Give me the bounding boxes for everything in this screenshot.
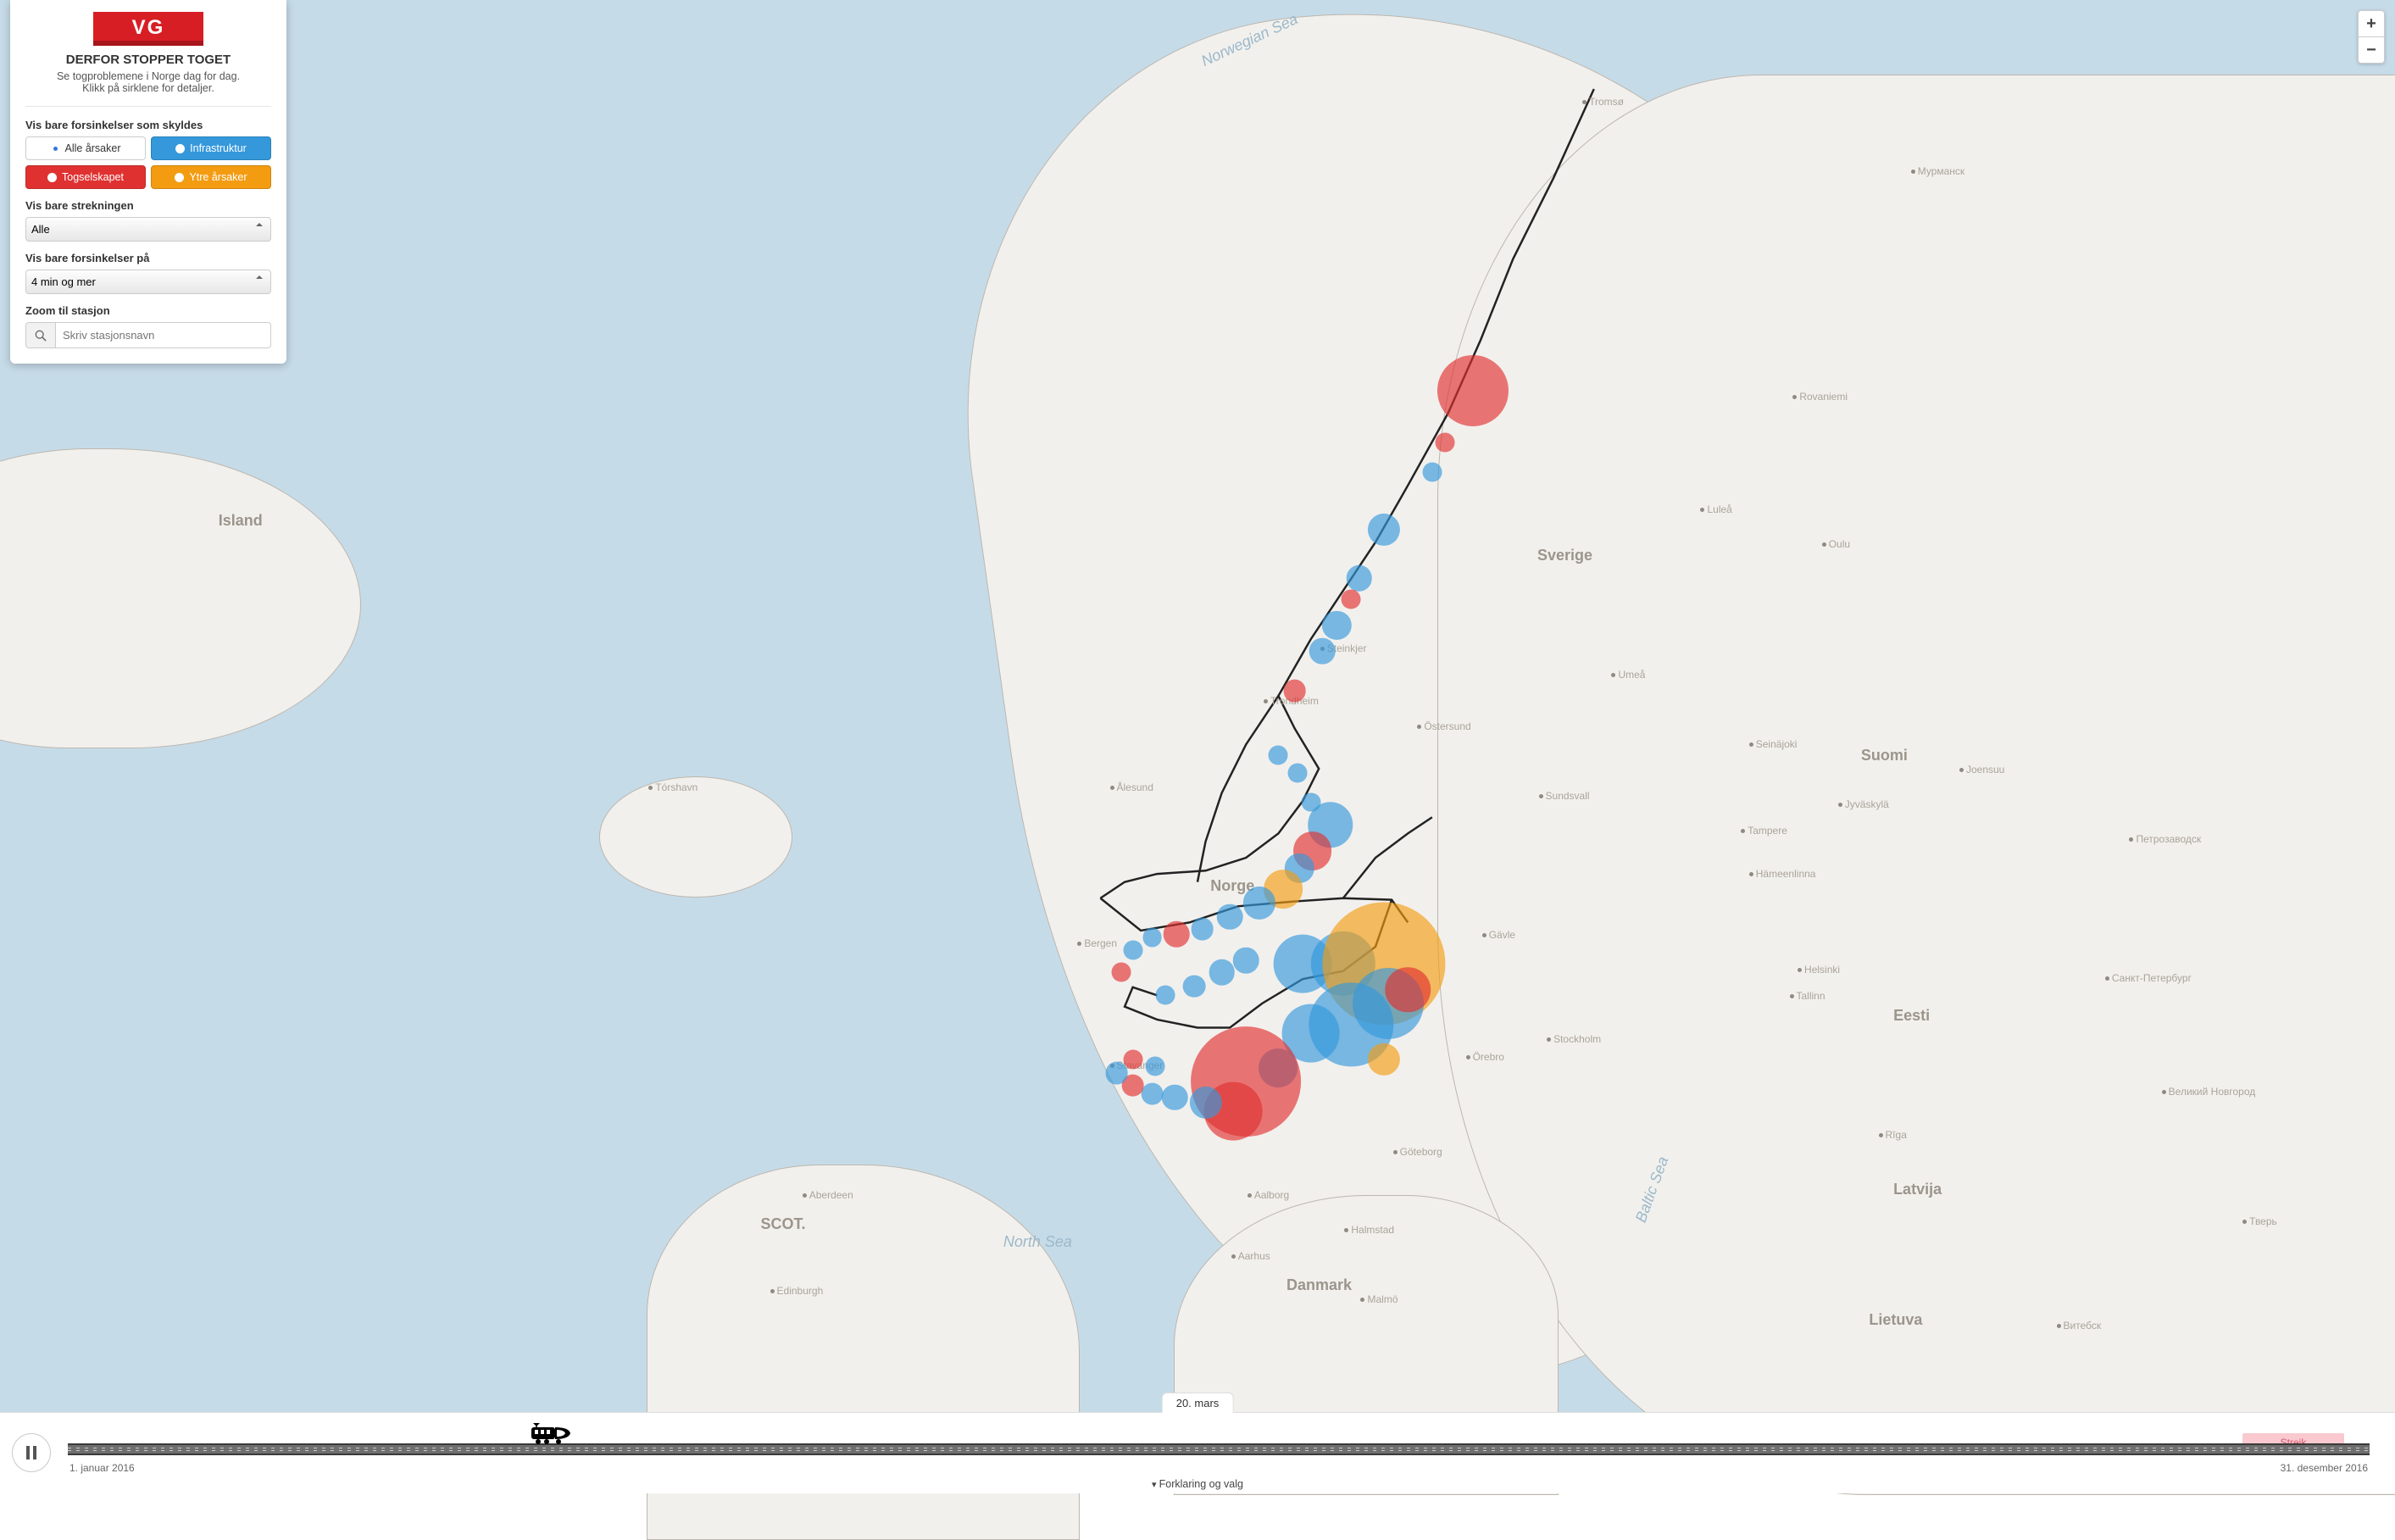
current-date-tab: 20. mars <box>1162 1393 1234 1413</box>
play-pause-button[interactable] <box>12 1433 51 1472</box>
zoom-station-label: Zoom til stasjon <box>25 304 271 317</box>
city-dot <box>1466 1055 1470 1059</box>
station-search-input[interactable] <box>55 322 271 348</box>
city-dot <box>770 1289 775 1293</box>
problem-dot[interactable] <box>1269 746 1288 765</box>
explain-toggle[interactable]: Forklaring og valg <box>1152 1478 1243 1490</box>
problem-dot[interactable] <box>1141 1082 1164 1105</box>
zoom-out-button[interactable]: − <box>2359 36 2384 63</box>
problem-dot[interactable] <box>1162 1085 1188 1111</box>
city-dot <box>2057 1324 2061 1328</box>
problem-dot[interactable] <box>1436 433 1455 453</box>
problem-dot[interactable] <box>1142 928 1162 948</box>
city-dot <box>1582 100 1586 104</box>
city-dot <box>1231 1254 1236 1259</box>
problem-dot[interactable] <box>1233 948 1259 974</box>
problem-dot[interactable] <box>1164 921 1190 948</box>
problem-dot[interactable] <box>1347 565 1373 592</box>
problem-dot[interactable] <box>1217 904 1243 931</box>
city-dot <box>1749 742 1753 747</box>
map-canvas[interactable]: Norwegian SeaNorth SeaBaltic SeaNorgeSve… <box>0 0 2395 1493</box>
problem-dot[interactable] <box>1155 986 1175 1005</box>
problem-dot[interactable] <box>1183 975 1206 998</box>
cause-filter-company[interactable]: Togselskapet <box>25 165 146 189</box>
problem-dot[interactable] <box>1283 680 1306 703</box>
city-dot <box>1264 699 1268 703</box>
city-dot <box>1790 994 1794 998</box>
city-dot <box>1393 1150 1398 1154</box>
zoom-control: + − <box>2358 10 2385 64</box>
problem-dot[interactable] <box>1437 355 1509 426</box>
problem-dot[interactable] <box>1309 638 1336 664</box>
city-dot <box>1482 933 1486 937</box>
cause-filter-external[interactable]: Ytre årsaker <box>151 165 271 189</box>
search-icon <box>25 322 55 348</box>
problem-dot[interactable] <box>1123 940 1142 959</box>
city-dot <box>1879 1133 1883 1137</box>
city-dot <box>1539 794 1543 798</box>
zoom-in-button[interactable]: + <box>2359 11 2384 36</box>
problem-dot[interactable] <box>1342 589 1361 609</box>
line-select[interactable]: Alle <box>25 217 271 242</box>
city-dot <box>1822 542 1826 547</box>
cause-filter-infrastructure[interactable]: Infrastruktur <box>151 136 271 160</box>
problem-dot[interactable] <box>1209 959 1235 986</box>
line-label: Vis bare strekningen <box>25 199 271 212</box>
vg-logo: VG <box>93 12 203 46</box>
problem-dot[interactable] <box>1112 963 1131 982</box>
problem-dot[interactable] <box>1123 1049 1142 1069</box>
city-dot <box>1110 786 1114 790</box>
city-dot <box>1911 170 1915 174</box>
pause-icon <box>26 1446 36 1459</box>
problem-dot[interactable] <box>1146 1057 1165 1076</box>
svg-text:VG: VG <box>132 16 165 39</box>
panel-title: DERFOR STOPPER TOGET <box>25 53 271 67</box>
timeline-start-label: 1. januar 2016 <box>69 1462 135 1474</box>
causes-label: Vis bare forsinkelser som skyldes <box>25 119 271 131</box>
problem-dot[interactable] <box>1422 463 1442 482</box>
timeline-end-label: 31. desember 2016 <box>2281 1462 2368 1474</box>
panel-subtitle: Se togproblemene i Norge dag for dag. Kl… <box>25 70 271 94</box>
delay-select[interactable]: 4 min og mer <box>25 270 271 294</box>
city-dot <box>2162 1090 2166 1094</box>
problem-dot[interactable] <box>1288 763 1308 782</box>
timeline-track[interactable] <box>68 1443 2370 1455</box>
control-panel: VG DERFOR STOPPER TOGET Se togproblemene… <box>10 0 286 364</box>
delay-label: Vis bare forsinkelser på <box>25 252 271 264</box>
problem-dot[interactable] <box>1191 918 1214 941</box>
timeline-bar: 20. mars Streik 1. januar 2016 31. desem… <box>0 1412 2395 1493</box>
cause-filter-all[interactable]: Alle årsaker <box>25 136 146 160</box>
